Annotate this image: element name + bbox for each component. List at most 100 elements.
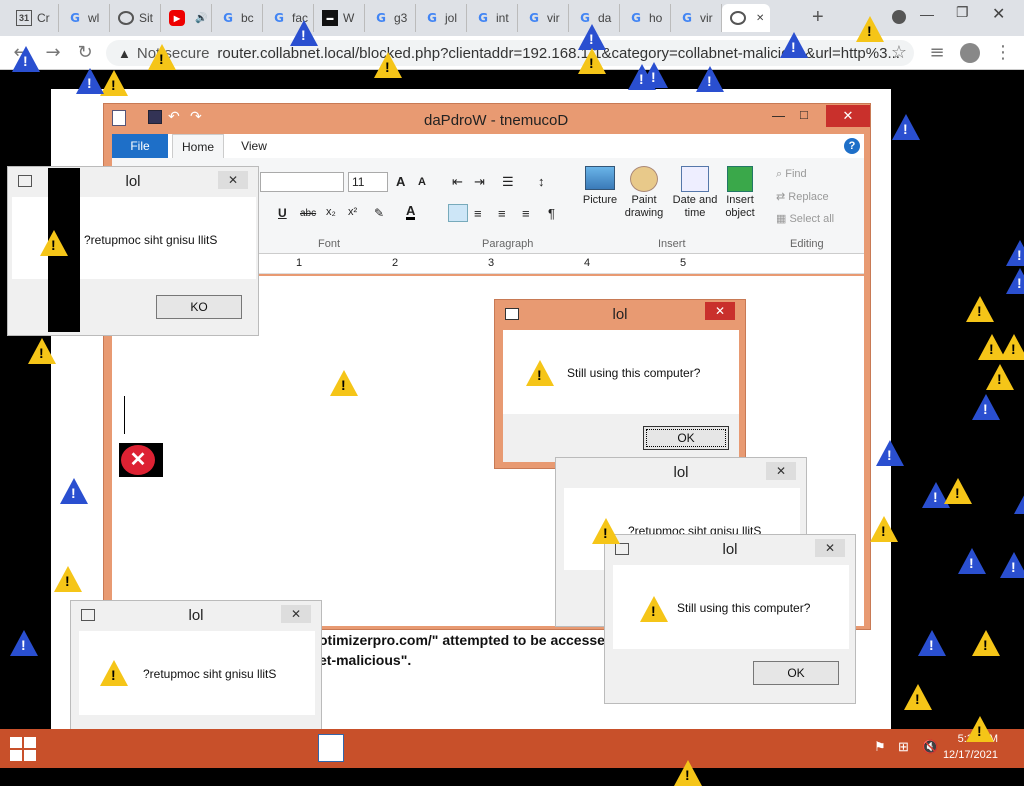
browser-tab[interactable]: ▶ 🔊	[161, 4, 212, 32]
exclamation-mark: !	[915, 691, 920, 707]
strikethrough-button[interactable]: abc	[300, 208, 316, 219]
dialog-ko-button[interactable]: KO	[156, 295, 242, 319]
paragraph-dialog-icon[interactable]: ¶	[548, 206, 555, 221]
browser-tab[interactable]: Gho	[620, 4, 671, 32]
google-icon: G	[427, 11, 437, 25]
undo-icon[interactable]: ↶	[168, 108, 180, 125]
browser-tab[interactable]: Gda	[569, 4, 620, 32]
dialog-close-button[interactable]: ✕	[766, 462, 796, 480]
media-control-icon[interactable]: ≡	[926, 42, 948, 64]
browser-menu-icon[interactable]: ⋮	[992, 42, 1014, 64]
back-icon[interactable]: ←	[10, 42, 32, 64]
browser-tab[interactable]: ✕	[722, 4, 770, 32]
find-icon: ⌕	[776, 168, 786, 180]
justify-button[interactable]: ≡	[522, 206, 530, 221]
network-icon[interactable]: ⊞	[898, 739, 909, 755]
blocked-message: otimizerpro.com/" attempted to be access…	[319, 630, 645, 670]
decrease-indent-icon[interactable]: ⇤	[452, 174, 463, 190]
dialog-close-button[interactable]: ✕	[815, 539, 845, 557]
dialog-message: ?retupmoc siht gnisu llitS	[84, 233, 218, 247]
tab-label: vir	[547, 11, 560, 25]
browser-tab[interactable]: 31 Cr	[8, 4, 59, 32]
volume-muted-icon[interactable]: 🔇	[922, 739, 938, 755]
profile-avatar[interactable]	[960, 43, 980, 63]
dialog-close-button[interactable]: ✕	[218, 171, 248, 189]
align-center-button[interactable]: ≡	[474, 206, 482, 221]
exclamation-mark: !	[21, 637, 26, 653]
action-center-flag-icon[interactable]: ⚑	[874, 739, 886, 755]
date-time-button[interactable]: Date and time	[670, 166, 720, 220]
system-clock[interactable]: 5:32 AM 12/17/2021	[943, 731, 998, 763]
redo-icon[interactable]: ↷	[190, 108, 202, 125]
warning-triangle-icon: !	[1000, 334, 1024, 360]
tab-label: int	[496, 11, 509, 25]
font-color-icon[interactable]: A	[406, 204, 416, 220]
close-window-button[interactable]: ✕	[992, 4, 1005, 24]
dialog-reversed-1: lol ✕ ?retupmoc siht gnisu llitS KO	[7, 166, 259, 336]
underline-button[interactable]: U	[278, 206, 287, 220]
browser-tab[interactable]: Gint	[467, 4, 518, 32]
font-size-select[interactable]: 11	[348, 172, 388, 192]
dialog-body: Still using this computer?	[613, 565, 849, 649]
wordpad-maximize-button[interactable]: □	[800, 107, 808, 122]
warning-triangle-icon: !	[972, 394, 1000, 420]
wordpad-taskbar-icon[interactable]	[318, 734, 344, 762]
group-label-insert: Insert	[658, 238, 686, 250]
insert-object-button[interactable]: Insert object	[720, 166, 760, 220]
browser-tab[interactable]: Sit	[110, 4, 161, 32]
bullets-icon[interactable]: ☰	[502, 174, 514, 190]
browser-tab[interactable]: Gwl	[59, 4, 110, 32]
align-right-button[interactable]: ≡	[498, 206, 506, 221]
new-tab-button[interactable]: +	[812, 6, 824, 29]
browser-tab[interactable]: Gvir	[518, 4, 569, 32]
minimize-window-button[interactable]: —	[920, 6, 934, 22]
align-left-button[interactable]	[448, 204, 468, 222]
dialog-ok-button[interactable]: OK	[753, 661, 839, 685]
insert-picture-button[interactable]: Picture	[580, 166, 620, 207]
ruler-mark: 5	[680, 257, 687, 269]
dialog-close-button[interactable]: ✕	[705, 302, 735, 320]
increase-indent-icon[interactable]: ⇥	[474, 174, 485, 190]
browser-tab[interactable]: Gg3	[365, 4, 416, 32]
save-icon[interactable]	[148, 110, 162, 124]
windows-start-icon[interactable]	[10, 737, 36, 761]
paint-drawing-button[interactable]: Paint drawing	[622, 166, 666, 220]
font-family-select[interactable]	[260, 172, 344, 192]
reload-icon[interactable]: ↻	[74, 42, 96, 64]
dialog-ok-button[interactable]: OK	[643, 426, 729, 450]
wordpad-close-button[interactable]: ✕	[826, 105, 870, 127]
tab-audio-icon[interactable]: 🔊	[195, 13, 207, 24]
exclamation-mark: !	[997, 371, 1002, 387]
find-button[interactable]: ⌕ Find	[776, 168, 807, 181]
select-all-button[interactable]: ▦ Select all	[776, 212, 834, 225]
exclamation-mark: !	[933, 489, 938, 505]
google-icon: G	[274, 11, 284, 25]
subscript-button[interactable]: x₂	[326, 206, 336, 218]
browser-tab[interactable]: Gbc	[212, 4, 263, 32]
tab-home[interactable]: Home	[172, 134, 224, 158]
restore-window-button[interactable]: ❐	[956, 4, 969, 21]
tab-view[interactable]: View	[232, 134, 276, 158]
tab-close-icon[interactable]: ✕	[756, 13, 764, 24]
browser-tab[interactable]: Gvir	[671, 4, 722, 32]
palette-icon	[630, 166, 658, 192]
tab-search-icon[interactable]	[892, 10, 906, 24]
help-icon[interactable]: ?	[844, 138, 860, 154]
highlight-icon[interactable]: ✎	[374, 206, 384, 220]
bookmark-star-icon[interactable]: ☆	[888, 42, 910, 64]
replace-button[interactable]: ⇄ Replace	[776, 190, 829, 203]
browser-tab[interactable]: Gjol	[416, 4, 467, 32]
shrink-font-icon[interactable]: A	[418, 176, 426, 188]
grow-font-icon[interactable]: A	[396, 174, 405, 189]
tab-file[interactable]: File	[112, 134, 168, 158]
address-bar[interactable]: ▲ Not secure router.collabnet.local/bloc…	[106, 40, 914, 66]
wordpad-minimize-button[interactable]: —	[772, 108, 785, 123]
exclamation-mark: !	[685, 767, 690, 783]
warning-triangle-icon: ▲	[118, 45, 131, 61]
dialog-close-button[interactable]: ✕	[281, 605, 311, 623]
forward-icon[interactable]: →	[42, 42, 64, 64]
browser-tab[interactable]: ▬ W	[314, 4, 365, 32]
superscript-button[interactable]: x²	[348, 206, 357, 218]
line-spacing-icon[interactable]: ↕	[538, 174, 545, 189]
browser-tab[interactable]: Gfac	[263, 4, 314, 32]
